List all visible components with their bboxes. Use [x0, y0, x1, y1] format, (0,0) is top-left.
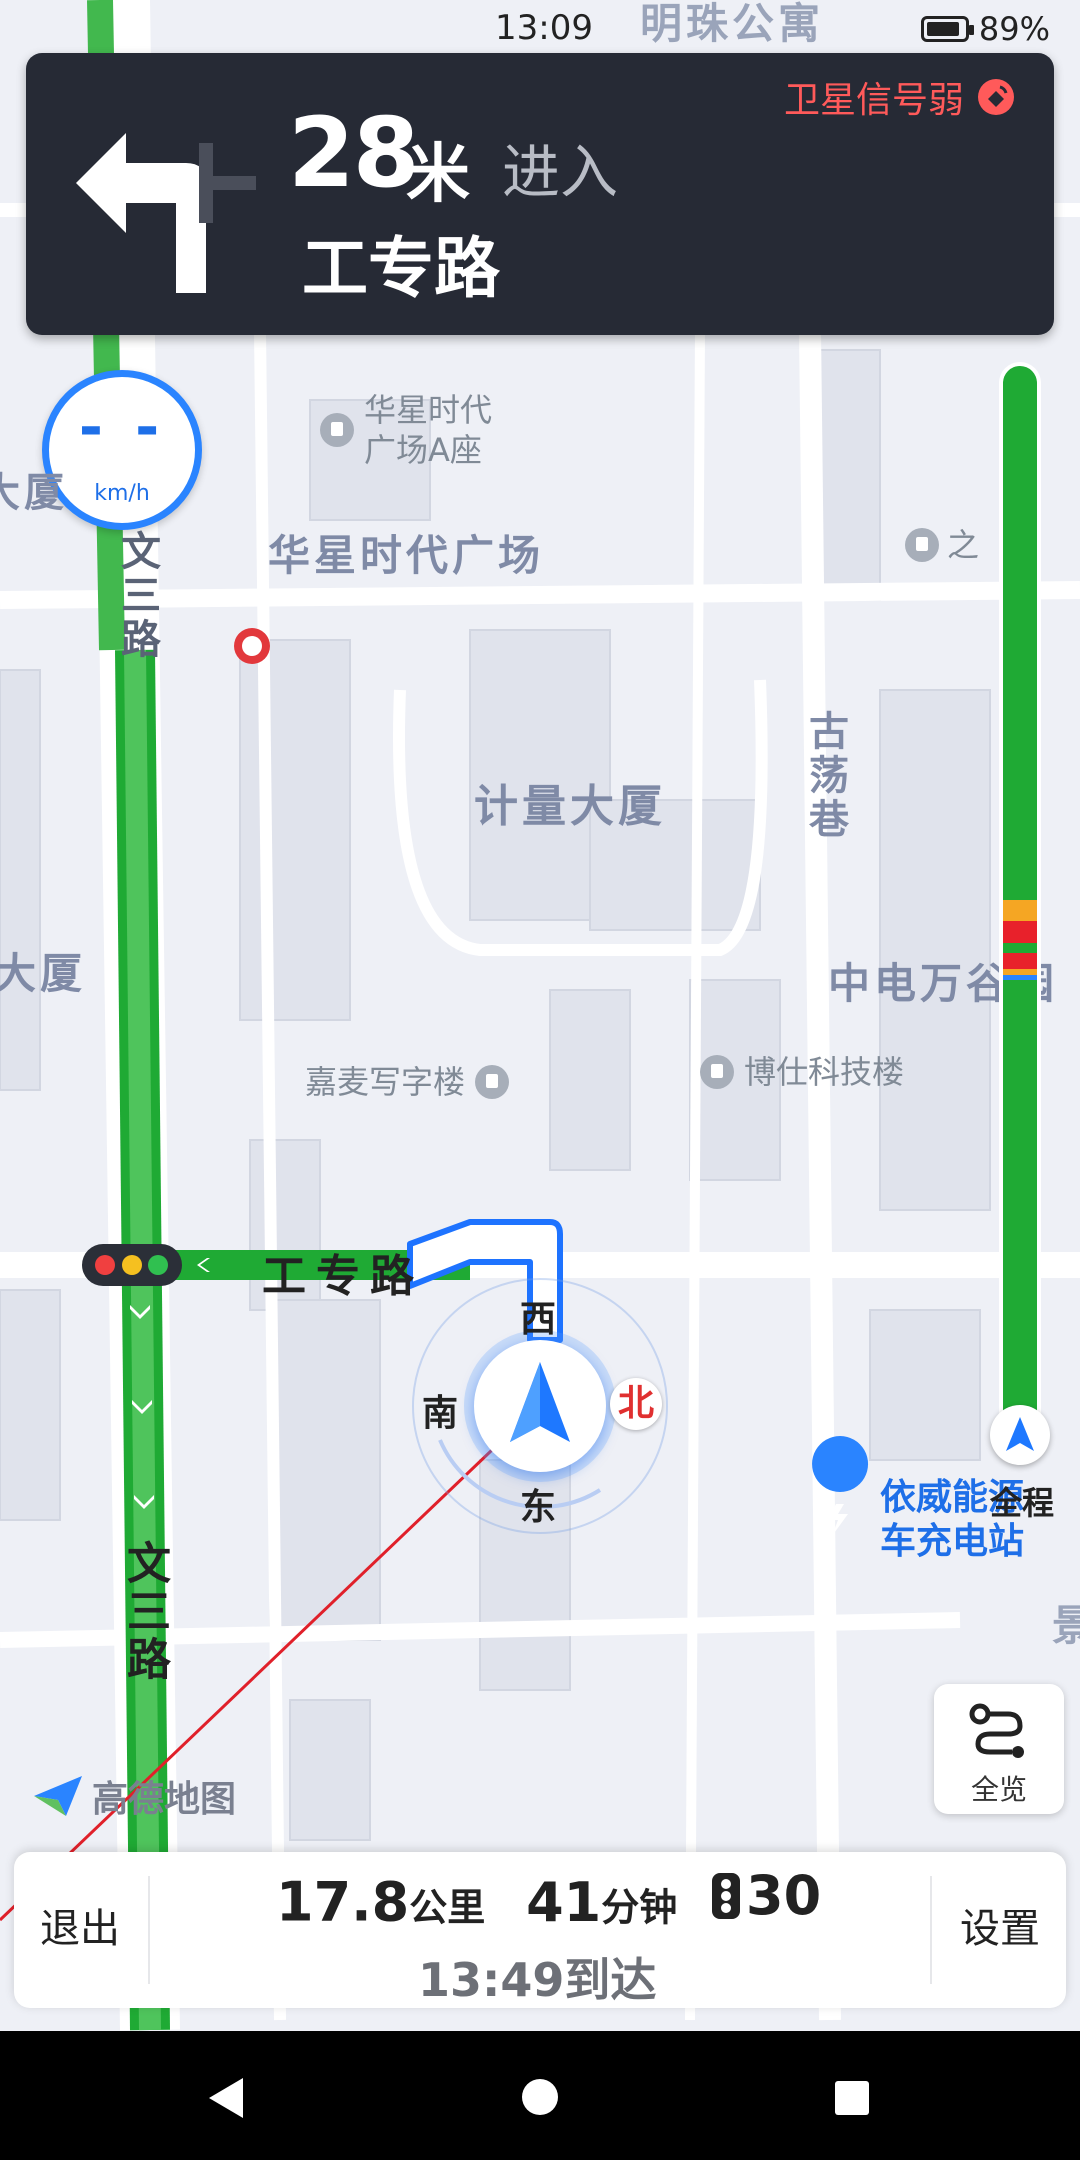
gps-weak-warning: 卫星信号弱	[784, 71, 1016, 123]
status-time: 13:09	[495, 8, 593, 48]
car-position-marker[interactable]	[474, 1340, 606, 1472]
map-label-huaxing-plaza: 华星时代广场	[268, 531, 545, 580]
turn-left-arrow-icon	[76, 133, 256, 293]
navigation-arrow-icon	[1006, 1417, 1034, 1451]
overview-label: 全览	[970, 1773, 1027, 1806]
poi-jiamai[interactable]: 嘉麦写字楼	[305, 1062, 510, 1102]
traffic-segment	[1003, 953, 1037, 970]
back-icon[interactable]	[205, 2076, 245, 2120]
traffic-segment	[1003, 900, 1037, 922]
eta-text: 13:49到达	[418, 1953, 657, 2007]
trip-summary: 17.8公里 41分钟 30	[276, 1864, 821, 1934]
poi-zhi[interactable]: 之	[905, 525, 979, 565]
traffic-segment	[1003, 921, 1037, 943]
poi-jiamai-label: 嘉麦写字楼	[305, 1063, 466, 1101]
exit-button[interactable]: 退出	[40, 1896, 120, 1954]
battery-percent: 89%	[978, 10, 1050, 48]
poi-huaxing-a[interactable]: 华星时代 广场A座	[320, 390, 492, 470]
distance-unit: 米	[406, 138, 470, 212]
compass-east: 东	[520, 1487, 557, 1528]
system-nav-bar	[0, 2031, 1080, 2160]
road-label-gongzhuan: 工专路	[262, 1251, 424, 1302]
compass-north: 北	[610, 1378, 662, 1430]
poi-huaxing-a-label: 华星时代 广场A座	[364, 391, 493, 469]
compass-west: 西	[520, 1299, 557, 1340]
action-text: 进入	[502, 138, 619, 206]
route-traffic-bar	[1003, 366, 1037, 1434]
satellite-icon	[978, 79, 1014, 115]
traffic-segment	[1003, 974, 1037, 981]
traffic-segment	[1003, 942, 1037, 954]
battery-level	[926, 22, 959, 36]
trip-distance: 17.8	[276, 1870, 410, 1934]
battery-indicator: 89%	[920, 10, 1050, 48]
distance-value: 28	[288, 97, 420, 209]
road-label-wensan-upper: 文三路	[114, 530, 160, 662]
compass-south: 南	[422, 1393, 459, 1434]
overview-button[interactable]: 全览	[934, 1684, 1064, 1814]
divider	[930, 1876, 932, 1984]
road-label-wensan-lower: 文三路	[119, 1540, 170, 1684]
trip-duration: 41	[526, 1870, 602, 1934]
home-icon[interactable]	[520, 2077, 560, 2117]
building-icon	[700, 1055, 734, 1089]
traffic-lights-value: 30	[746, 1864, 822, 1927]
building-icon	[320, 413, 354, 447]
poi-boshi-label: 博仕科技楼	[744, 1053, 905, 1091]
road-label-gudang: 古荡巷	[802, 710, 848, 842]
trip-duration-unit: 分钟	[601, 1885, 678, 1930]
battery-icon	[920, 16, 974, 42]
guidance-panel: 28 米 进入 工专路 卫星信号弱	[26, 53, 1054, 335]
brand-text: 高德地图	[92, 1779, 237, 1820]
settings-button[interactable]: 设置	[960, 1896, 1040, 1954]
divider	[148, 1876, 150, 1984]
recents-icon[interactable]	[833, 2079, 871, 2117]
building-icon	[905, 528, 939, 562]
route-overview-icon	[969, 1703, 1024, 1758]
map-label-da-top: 大厦	[0, 470, 68, 516]
next-road-name: 工专路	[302, 230, 500, 307]
gaode-logo-icon	[34, 1776, 82, 1816]
building-icon	[475, 1065, 510, 1099]
map-label-dasha: 大厦	[0, 949, 87, 998]
map-label-mingzhu: 明珠公寓	[640, 0, 825, 48]
speed-value: - -	[78, 393, 166, 461]
poi-zhi-label: 之	[947, 526, 980, 564]
navigation-arrow-icon	[510, 1362, 570, 1442]
traffic-lights-count: 30	[710, 1864, 821, 1927]
poi-boshi[interactable]: 博仕科技楼	[700, 1052, 904, 1092]
trip-info-bar: 退出 17.8公里 41分钟 30 13:49到达 设置	[14, 1852, 1066, 2008]
traffic-bar-car-icon	[990, 1405, 1050, 1465]
speed-unit: km/h	[94, 481, 150, 506]
gps-warning-text: 卫星信号弱	[783, 80, 964, 121]
trip-distance-unit: 公里	[409, 1885, 486, 1930]
full-route-label: 全程	[990, 1484, 1055, 1522]
traffic-light-icon	[712, 1872, 741, 1919]
map-label-jing: 景	[1052, 1601, 1080, 1650]
map-label-jiliang: 计量大厦	[474, 781, 666, 832]
gaode-logo: 高德地图	[30, 1770, 236, 1822]
